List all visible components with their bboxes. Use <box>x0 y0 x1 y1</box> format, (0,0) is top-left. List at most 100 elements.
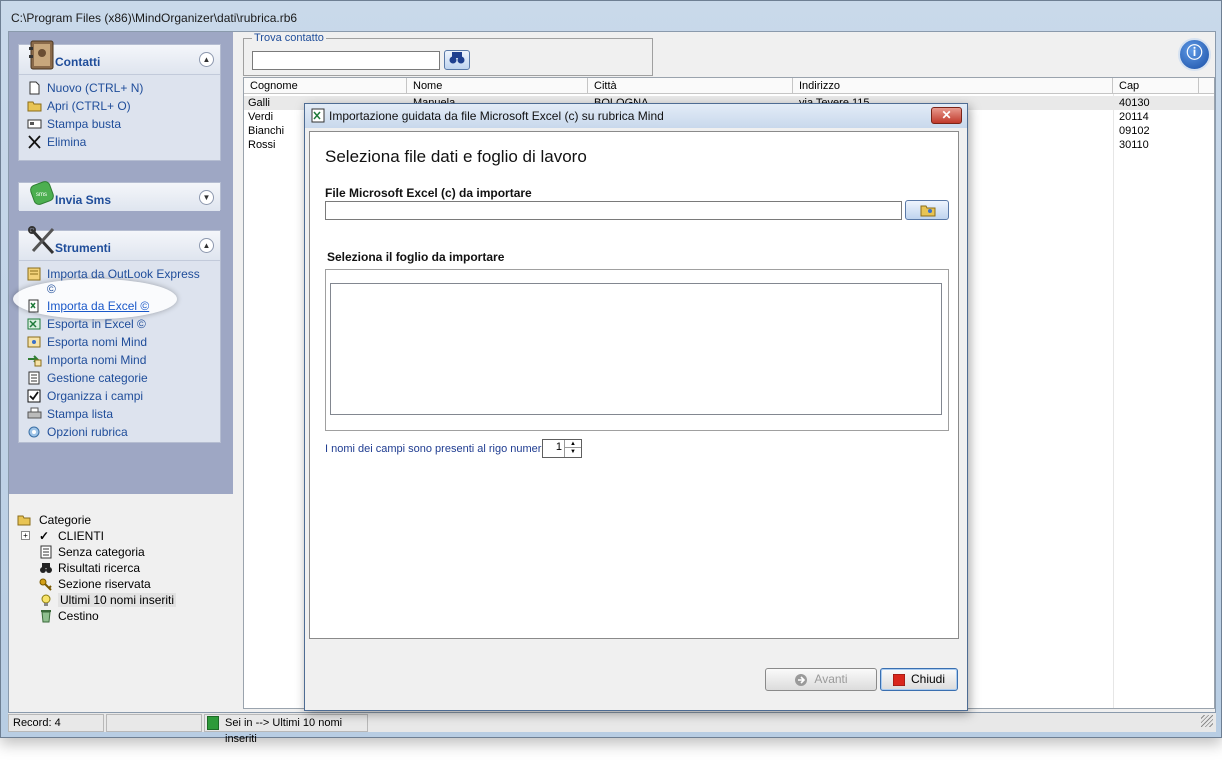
menu-gestione-categorie-label: Gestione categorie <box>47 371 148 385</box>
section-title-strumenti: Strumenti <box>55 241 112 255</box>
col-indirizzo[interactable]: Indirizzo <box>793 78 1113 94</box>
stepper-up-icon[interactable]: ▲ <box>565 440 581 448</box>
outlook-icon <box>27 267 41 281</box>
excel-import-icon <box>28 299 39 313</box>
section-header-strumenti[interactable]: Strumenti ▲ <box>19 226 220 261</box>
col-nome[interactable]: Nome <box>407 78 588 94</box>
menu-apri[interactable]: Apri (CTRL+ O) <box>27 97 143 115</box>
svg-text:sms: sms <box>36 192 47 198</box>
menu-importa-nomi[interactable]: Importa nomi Mind <box>27 351 200 369</box>
power-info-icon: ⓘ <box>1186 45 1203 62</box>
close-button[interactable]: Chiudi <box>880 668 958 691</box>
expand-icon[interactable]: ▼ <box>199 190 214 205</box>
menu-apri-label: Apri (CTRL+ O) <box>47 99 131 113</box>
search-button[interactable] <box>444 50 470 70</box>
tree-root-label: Categorie <box>39 513 92 527</box>
menu-nuovo[interactable]: Nuovo (CTRL+ N) <box>27 79 143 97</box>
document-icon <box>40 545 52 559</box>
file-label: File Microsoft Excel (c) da importare <box>325 186 532 200</box>
tree-item-cestino[interactable]: Cestino <box>17 608 176 624</box>
header-row-value: 1 <box>555 441 562 453</box>
close-button-label: Chiudi <box>910 672 946 686</box>
menu-stampa-lista[interactable]: Stampa lista <box>27 405 200 423</box>
sheet-label: Seleziona il foglio da importare <box>327 250 505 264</box>
header-row-label: I nomi dei campi sono presenti al rigo n… <box>325 443 551 455</box>
collapse-icon[interactable]: ▲ <box>199 52 214 67</box>
menu-elimina[interactable]: Elimina <box>27 133 143 151</box>
stepper-down-icon[interactable]: ▼ <box>565 448 581 456</box>
tools-icon <box>28 226 55 255</box>
menu-importa-outlook[interactable]: Importa da OutLook Express <box>27 265 200 283</box>
options-gear-icon <box>28 426 40 438</box>
tree-item-risultati[interactable]: Risultati ricerca <box>17 560 176 576</box>
search-group: Trova contatto <box>243 32 653 76</box>
import-names-icon <box>28 355 42 367</box>
tree-root[interactable]: Categorie <box>17 512 176 528</box>
status-empty <box>106 714 202 732</box>
status-record: Record: 4 <box>8 714 104 732</box>
dialog-close-button[interactable]: ✕ <box>931 107 962 124</box>
section-title-contatti: Contatti <box>55 55 101 69</box>
resize-grip[interactable] <box>1201 715 1213 727</box>
browse-file-button[interactable] <box>905 200 949 220</box>
section-contatti: Contatti ▲ Nuovo (CTRL+ N) Apri (CTRL+ O… <box>18 40 221 161</box>
sheet-list[interactable] <box>330 283 942 415</box>
menu-stampa-busta[interactable]: Stampa busta <box>27 115 143 133</box>
dialog-title: Importazione guidata da file Microsoft E… <box>329 109 664 123</box>
menu-importa-excel[interactable]: Importa da Excel © <box>27 297 200 315</box>
menu-esporta-nomi[interactable]: Esporta nomi Mind <box>27 333 200 351</box>
tree-item-cestino-label: Cestino <box>58 609 99 623</box>
cell-cognome: Galli <box>248 97 271 109</box>
binoculars-icon <box>40 563 52 573</box>
sms-phone-icon: sms <box>30 181 54 205</box>
menu-esporta-excel[interactable]: Esporta in Excel © <box>27 315 200 333</box>
search-input[interactable] <box>252 51 440 70</box>
section-sms: sms Invia Sms ▼ <box>18 181 221 211</box>
tree-item-clienti[interactable]: + ✓ CLIENTI <box>17 528 176 544</box>
menu-importa-excel-label: Importa da Excel © <box>47 299 150 313</box>
stop-icon <box>892 673 905 686</box>
play-icon <box>207 716 219 730</box>
menu-gestione-categorie[interactable]: Gestione categorie <box>27 369 200 387</box>
cell-cognome: Rossi <box>248 139 276 151</box>
task-panel: Contatti ▲ Nuovo (CTRL+ N) Apri (CTRL+ O… <box>9 32 233 494</box>
menu-opzioni-rubrica[interactable]: Opzioni rubrica <box>27 423 200 441</box>
grid-header: Cognome Nome Città Indirizzo Cap <box>244 78 1214 94</box>
check-icon: ✓ <box>39 529 50 543</box>
key-icon <box>39 578 52 591</box>
col-cognome[interactable]: Cognome <box>244 78 407 94</box>
printer-icon <box>27 407 42 419</box>
file-path-input[interactable] <box>325 201 902 220</box>
dialog-panel: Seleziona file dati e foglio di lavoro F… <box>309 131 959 639</box>
next-button[interactable]: Avanti <box>765 668 877 691</box>
search-legend: Trova contatto <box>252 32 326 44</box>
info-button[interactable]: ⓘ <box>1178 38 1211 71</box>
cell-cognome: Verdi <box>248 111 274 123</box>
tree-item-riservata[interactable]: Sezione riservata <box>17 576 176 592</box>
cell-cap: 09102 <box>1119 125 1150 137</box>
section-header-sms[interactable]: sms Invia Sms ▼ <box>19 181 220 211</box>
section-title-sms: Invia Sms <box>55 193 112 207</box>
tree-item-senza-categoria-label: Senza categoria <box>58 545 145 559</box>
address-book-icon <box>29 40 54 70</box>
expand-plus-icon[interactable]: + <box>21 531 30 540</box>
tree-item-senza-categoria[interactable]: Senza categoria <box>17 544 176 560</box>
header-row-stepper[interactable]: 1 ▲ ▼ <box>542 439 582 458</box>
menu-nuovo-label: Nuovo (CTRL+ N) <box>47 81 144 95</box>
dialog-titlebar[interactable]: Importazione guidata da file Microsoft E… <box>305 104 967 128</box>
tree-item-ultimi-label: Ultimi 10 nomi inseriti <box>58 593 177 607</box>
menu-organizza-campi[interactable]: Organizza i campi <box>27 387 200 405</box>
contatti-items: Nuovo (CTRL+ N) Apri (CTRL+ O) Stampa bu… <box>27 79 143 151</box>
folder-icon <box>17 515 31 526</box>
collapse-icon[interactable]: ▲ <box>199 238 214 253</box>
col-cap[interactable]: Cap <box>1113 78 1199 94</box>
col-citta[interactable]: Città <box>588 78 793 94</box>
recycle-bin-icon <box>41 610 51 623</box>
section-header-contatti[interactable]: Contatti ▲ <box>19 40 220 75</box>
next-button-label: Avanti <box>814 672 848 686</box>
sheet-group <box>325 269 949 431</box>
cell-cap: 40130 <box>1119 97 1150 109</box>
tree-item-ultimi[interactable]: Ultimi 10 nomi inseriti <box>17 592 177 608</box>
excel-export-icon <box>27 318 41 330</box>
menu-stampa-busta-label: Stampa busta <box>47 117 122 131</box>
